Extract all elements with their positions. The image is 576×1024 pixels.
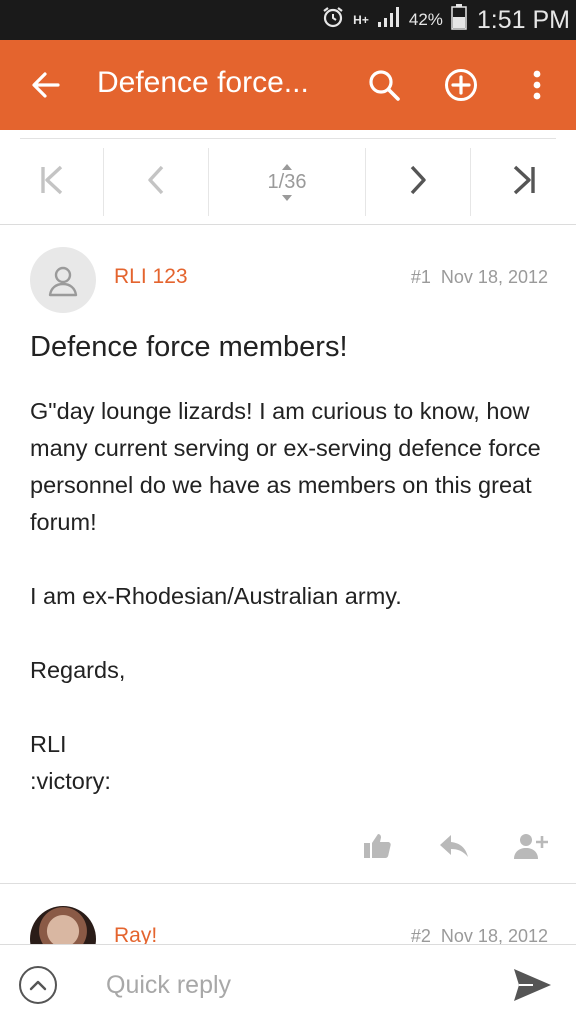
last-page-button[interactable] xyxy=(471,148,576,216)
like-icon[interactable] xyxy=(362,831,392,861)
quick-reply-bar xyxy=(0,944,576,1024)
post-meta: #1 Nov 18, 2012 xyxy=(411,267,548,288)
status-bar-right: H+ 42% 1:51 PM xyxy=(321,0,570,40)
pager-top-divider xyxy=(20,138,556,139)
battery-icon xyxy=(451,4,467,36)
network-h-plus-icon: H+ xyxy=(353,12,369,27)
send-icon[interactable] xyxy=(510,965,554,1005)
chevron-up-icon xyxy=(29,980,47,991)
reply-icon[interactable] xyxy=(438,831,470,861)
post-username[interactable]: RLI 123 xyxy=(114,265,188,289)
post-paragraph: RLI xyxy=(30,731,67,757)
status-bar: H+ 42% 1:51 PM xyxy=(0,0,576,40)
app-bar: Defence force... xyxy=(0,40,576,130)
post-date: Nov 18, 2012 xyxy=(440,267,548,287)
post-meta: #2 Nov 18, 2012 xyxy=(411,926,548,944)
overflow-menu-icon[interactable] xyxy=(517,65,557,105)
add-circle-icon[interactable] xyxy=(441,65,481,105)
quick-reply-input[interactable] xyxy=(96,961,486,1009)
post-number[interactable]: #1 xyxy=(411,267,431,287)
first-page-button[interactable] xyxy=(0,148,103,216)
post-paragraph: I am ex-Rhodesian/Australian army. xyxy=(30,583,402,609)
signal-icon xyxy=(377,6,401,34)
post: RLI 123 #1 Nov 18, 2012 Defence force mem… xyxy=(0,225,576,883)
follow-user-icon[interactable] xyxy=(514,831,548,861)
next-page-icon xyxy=(406,164,430,201)
page-total: 36 xyxy=(284,170,307,193)
previous-page-button[interactable] xyxy=(104,148,208,216)
search-icon[interactable] xyxy=(364,65,404,105)
page-down-caret-icon xyxy=(282,194,292,201)
post-title: Defence force members! xyxy=(30,331,348,363)
page-selector[interactable]: 1/36 xyxy=(209,148,365,216)
last-page-icon xyxy=(509,164,539,201)
page-indicator: 1/36 xyxy=(267,170,307,193)
battery-percent: 42% xyxy=(408,10,443,29)
post: Ray! #2 Nov 18, 2012 xyxy=(0,884,576,944)
page-navigator: 1/36 xyxy=(0,130,576,225)
default-user-icon xyxy=(48,266,78,297)
page-current: 1 xyxy=(267,170,279,193)
post-paragraph: G"day lounge lizards! I am curious to kn… xyxy=(30,398,541,535)
first-page-icon xyxy=(37,164,67,201)
next-page-button[interactable] xyxy=(366,148,470,216)
previous-page-icon xyxy=(144,164,168,201)
status-time: 1:51 PM xyxy=(476,5,570,34)
avatar[interactable] xyxy=(30,247,96,313)
post-date: Nov 18, 2012 xyxy=(440,926,548,944)
post-body: G"day lounge lizards! I am curious to kn… xyxy=(30,393,550,800)
expand-reply-button[interactable] xyxy=(19,966,57,1004)
page-title: Defence force... xyxy=(97,66,309,99)
page-up-caret-icon xyxy=(282,163,292,170)
alarm-icon xyxy=(321,5,345,35)
post-username[interactable]: Ray! xyxy=(114,924,157,944)
post-paragraph: Regards, xyxy=(30,657,126,683)
back-arrow-icon[interactable] xyxy=(26,65,66,105)
post-paragraph: :victory: xyxy=(30,768,111,794)
avatar[interactable] xyxy=(30,906,96,944)
post-number[interactable]: #2 xyxy=(411,926,431,944)
